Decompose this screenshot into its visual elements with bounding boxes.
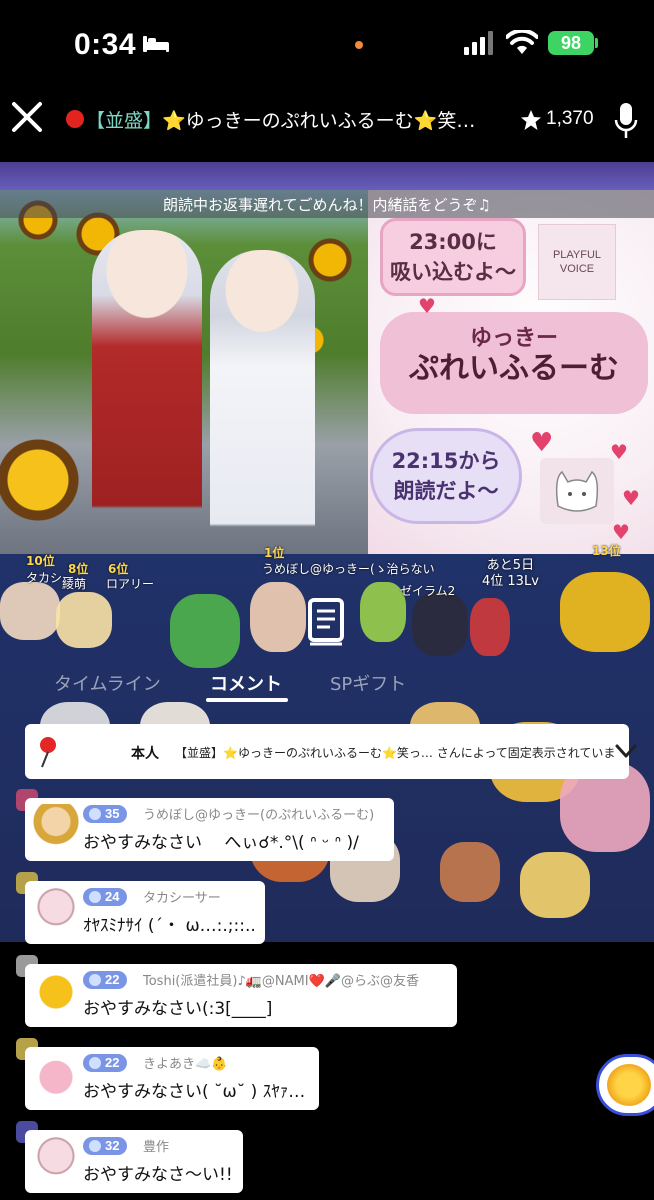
room-name: ぷれいふるーむ — [409, 351, 619, 386]
room-title-prefix: 【並盛】 — [86, 110, 163, 132]
star-icon — [521, 110, 541, 130]
commenter-name: 豊作 — [143, 1140, 170, 1155]
user-level-badge: 24 — [83, 888, 128, 906]
commenter-name: タカシーサー — [143, 891, 221, 906]
rank-label: 10位 — [26, 554, 55, 568]
room-title-text: ⭐ゆっきーのぷれいふるーむ⭐笑ってお… — [162, 110, 486, 132]
schedule-time: 23:00に — [409, 230, 497, 254]
pinned-text: 【並盛】⭐ゆっきーのぷれいふるーむ⭐笑っ… さんによって固定表示されています。 — [175, 746, 615, 760]
viewer-avatar[interactable] — [470, 598, 510, 656]
viewer-avatar[interactable] — [520, 852, 590, 918]
comment-item[interactable]: 22 Toshi(派遣社員)♪🚛@NAMI❤️🎤@らぶ@友香 おやすみなさい(:… — [25, 964, 457, 1027]
comment-text: おやすみなさい へぃ☌*.°\( ᐢ ᵕ ᐢ )/ — [83, 833, 359, 853]
comment-item[interactable]: 24 タカシーサー ｵﾔｽﾐﾅｻｲ (´・ ω…:.;::.. — [25, 881, 265, 944]
stream-caption: 朗読中お返事遅れてごめんね！内緒話をどうぞ♫ — [0, 190, 654, 218]
countdown-days: あと5日 — [486, 558, 535, 573]
pinned-owner-label: 本人 — [131, 746, 159, 762]
character-figure — [92, 230, 202, 554]
ranked-user-name: うめぼし@ゆっきー(ゝ治らない — [262, 562, 435, 576]
commenter-avatar[interactable] — [33, 1053, 79, 1097]
heart-icon: ♥ — [622, 486, 640, 510]
comment-list-icon[interactable] — [306, 596, 346, 646]
commenter-avatar[interactable] — [33, 970, 79, 1014]
comment-item[interactable]: 22 きよあき☁️👶 おやすみなさい( ˘ω˘ ) ｽﾔｧ… — [25, 1047, 319, 1110]
active-tab-underline — [206, 698, 288, 702]
chevron-down-icon[interactable] — [615, 742, 637, 760]
close-icon[interactable] — [10, 100, 44, 134]
room-header: 【並盛】⭐ゆっきーのぷれいふるーむ⭐笑ってお… 1,370 — [0, 88, 654, 162]
commenter-avatar[interactable] — [33, 804, 79, 848]
microphone-icon[interactable] — [614, 102, 638, 140]
viewer-avatar[interactable] — [56, 592, 112, 648]
commenter-name: きよあき☁️👶 — [143, 1057, 228, 1072]
heart-icon: ♥ — [530, 428, 554, 458]
heart-icon: ♥ — [418, 294, 436, 318]
battery-indicator: 98 — [548, 31, 594, 55]
live-indicator-icon — [66, 110, 84, 128]
battery-nub — [595, 38, 598, 48]
commenter-name: うめぼし@ゆっきー(のぷれいふるーむ) — [143, 808, 375, 823]
viewer-avatar[interactable] — [440, 842, 500, 902]
rank-label: 1位 — [264, 546, 285, 560]
tab-timeline[interactable]: タイムライン — [54, 670, 161, 696]
streamer-name-card: ゆっきー ぷれいふるーむ — [380, 312, 648, 414]
ranked-user-name: ゼイラム2 — [400, 584, 456, 598]
star-count: 1,370 — [546, 108, 594, 129]
schedule-time: 22:15から — [391, 449, 501, 473]
wifi-icon — [506, 30, 538, 54]
heart-icon: ♥ — [610, 440, 628, 464]
schedule-text: 朗読だよ〜 — [393, 479, 499, 503]
logo-line: VOICE — [559, 263, 595, 275]
comment-text: おやすみなさい( ˘ω˘ ) ｽﾔｧ… — [83, 1082, 306, 1102]
live-video[interactable]: 23:00に 吸い込むよ〜 PLAYFUL VOICE ゆっきー ぷれいふるーむ … — [0, 190, 654, 554]
cellular-signal-icon — [464, 31, 493, 55]
tab-comments[interactable]: コメント — [210, 670, 282, 696]
viewer-avatar[interactable] — [250, 582, 306, 652]
cat-face-icon — [555, 470, 599, 512]
cat-illustration — [540, 458, 614, 524]
character-figure — [210, 250, 315, 554]
user-level-badge: 35 — [83, 805, 128, 823]
rank-label: 13位 — [592, 544, 621, 558]
countdown-rank-level: 4位 13Lv — [482, 574, 539, 589]
user-level-badge: 32 — [83, 1137, 128, 1155]
crown-icon — [607, 1064, 651, 1106]
logo-line: PLAYFUL — [552, 249, 602, 261]
event-countdown[interactable]: あと5日 4位 13Lv — [482, 558, 539, 590]
sleep-focus-icon — [143, 36, 169, 52]
floating-event-button[interactable] — [596, 1054, 654, 1116]
heart-icon: ♥ — [612, 520, 630, 544]
schedule-text: 吸い込むよ〜 — [390, 260, 516, 284]
pinned-message[interactable]: 本人 【並盛】⭐ゆっきーのぷれいふるーむ⭐笑っ… さんによって固定表示されていま… — [25, 724, 637, 779]
status-bar: 0:34 98 — [0, 0, 654, 88]
comment-tabs: タイムライン コメント SPギフト — [0, 670, 654, 710]
commenter-avatar[interactable] — [33, 1136, 79, 1180]
schedule-card: 22:15から 朗読だよ〜 — [370, 428, 522, 524]
comment-text: おやすみなさ〜い!! — [83, 1165, 233, 1185]
comment-item[interactable]: 32 豊作 おやすみなさ〜い!! — [25, 1130, 243, 1193]
user-level-badge: 22 — [83, 1054, 128, 1072]
status-time: 0:34 — [74, 28, 137, 61]
playful-voice-logo: PLAYFUL VOICE — [538, 224, 616, 300]
room-title[interactable]: 【並盛】⭐ゆっきーのぷれいふるーむ⭐笑ってお… — [86, 106, 486, 133]
comment-item[interactable]: 35 うめぼし@ゆっきー(のぷれいふるーむ) おやすみなさい へぃ☌*.°\( … — [25, 798, 394, 861]
ranked-user-name: 綾萌 — [62, 577, 87, 591]
commenter-avatar[interactable] — [33, 887, 79, 931]
user-level-badge: 22 — [83, 971, 128, 989]
streamer-nickname: ゆっきー — [469, 326, 558, 351]
viewer-avatar[interactable] — [412, 592, 468, 656]
pin-icon — [40, 737, 56, 768]
privacy-indicator-dot — [355, 41, 363, 49]
commenter-name: Toshi(派遣社員)♪🚛@NAMI❤️🎤@らぶ@友香 — [143, 974, 419, 989]
viewer-avatar[interactable] — [0, 582, 60, 640]
video-illustration — [0, 190, 368, 554]
comment-text: おやすみなさい(:3[____] — [83, 999, 273, 1019]
viewer-avatar[interactable] — [560, 572, 650, 652]
schedule-card: 23:00に 吸い込むよ〜 — [380, 218, 526, 296]
ranked-user-name: ロアリー — [106, 577, 155, 591]
tab-sp-gift[interactable]: SPギフト — [330, 670, 406, 696]
comment-text: ｵﾔｽﾐﾅｻｲ (´・ ω…:.;::.. — [83, 916, 256, 936]
viewer-avatar[interactable] — [170, 594, 240, 668]
